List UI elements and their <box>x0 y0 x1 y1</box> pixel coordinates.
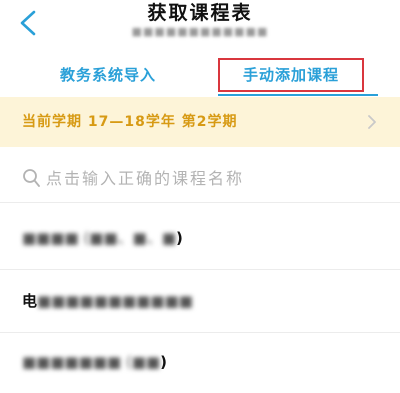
search-icon <box>22 168 40 192</box>
course-name: ■■■■ (■■、■、■) <box>22 207 183 269</box>
course-name: ■■■■■■■ (■■) <box>22 331 167 393</box>
course-name-suffix: ) <box>176 229 183 247</box>
tab-system-import[interactable]: 教务系统导入 <box>18 58 198 92</box>
divider <box>0 202 400 203</box>
course-list-item[interactable]: ■■■■ (■■、■、■) <box>0 207 400 269</box>
chevron-right-icon <box>366 114 378 134</box>
tab-manual-add[interactable]: 手动添加课程 <box>218 58 364 92</box>
course-name-redacted: ■■■■ (■■、■、■ <box>22 229 176 247</box>
page-title: 获取课程表 <box>147 2 253 24</box>
course-list-item[interactable]: ■■■■■■■ (■■) <box>0 331 400 393</box>
tab-bar: 教务系统导入 手动添加课程 <box>0 50 400 96</box>
course-import-screen: 获取课程表 ■■■■■■■■■■■■ 教务系统导入 手动添加课程 当前学期 17… <box>0 0 400 393</box>
semester-label: 当前学期 17—18学年 第2学期 <box>22 114 238 130</box>
page-subtitle: ■■■■■■■■■■■■ <box>131 25 269 38</box>
course-name: 电■■■■■■■■■■■ <box>22 270 193 332</box>
nav-header: 获取课程表 ■■■■■■■■■■■■ <box>0 0 400 50</box>
course-list-item[interactable]: 电■■■■■■■■■■■ <box>0 270 400 332</box>
course-name-visible: 电 <box>22 292 38 310</box>
course-name-redacted: ■■■■■■■ (■■ <box>22 353 161 371</box>
semester-selector[interactable]: 当前学期 17—18学年 第2学期 <box>0 97 400 147</box>
active-tab-indicator <box>218 94 378 96</box>
course-name-suffix: ) <box>160 353 168 371</box>
course-search <box>0 156 400 200</box>
course-name-search-input[interactable] <box>46 162 376 194</box>
course-name-redacted: ■■■■■■■■■■■ <box>37 292 193 310</box>
